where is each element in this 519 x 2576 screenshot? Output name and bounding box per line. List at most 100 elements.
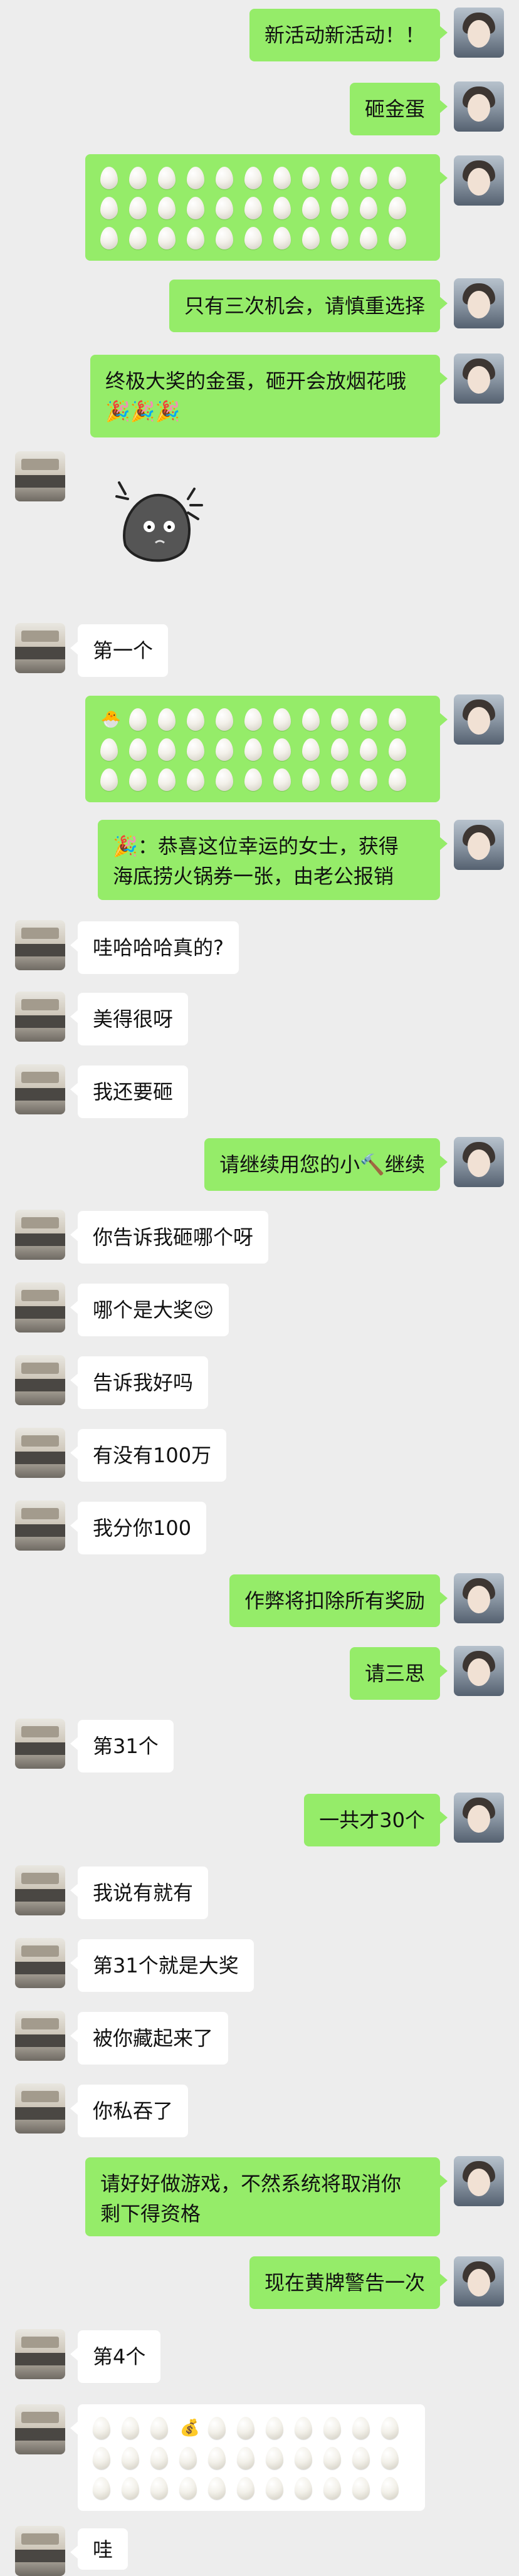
my-avatar[interactable]	[454, 2256, 504, 2306]
contact-avatar[interactable]	[15, 992, 65, 1042]
message-bubble[interactable]: 我说有就有	[70, 1867, 209, 1919]
contact-avatar[interactable]	[15, 623, 65, 673]
contact-avatar[interactable]	[15, 1865, 65, 1915]
my-avatar[interactable]	[454, 155, 504, 206]
message-text: 我说有就有	[93, 1881, 194, 1905]
egg-icon	[389, 167, 406, 189]
message-bubble[interactable]: 作弊将扣除所有奖励	[229, 1574, 448, 1627]
egg-icon	[122, 2417, 139, 2439]
egg-icon	[93, 2447, 110, 2469]
message-bubble[interactable]: 第31个就是大奖	[70, 1939, 254, 1992]
message-text-line2: 海底捞火锅券一张，由老公报销	[113, 864, 394, 888]
egg-icon	[295, 2447, 312, 2469]
message-bubble[interactable]: 🎉：恭喜这位幸运的女士，获得 海底捞火锅券一张，由老公报销	[98, 820, 448, 900]
egg-icon	[302, 738, 320, 761]
message-bubble[interactable]: 第一个	[70, 624, 169, 677]
message-text: 只有三次机会，请慎重选择	[184, 294, 425, 318]
egg-icon	[129, 738, 147, 761]
egg-icon	[302, 167, 320, 189]
message-bubble[interactable]: 第4个	[70, 2330, 161, 2383]
egg-icon	[100, 167, 118, 189]
egg-icon	[129, 708, 147, 731]
my-avatar[interactable]	[454, 278, 504, 328]
egg-icon	[216, 167, 233, 189]
egg-grid-bubble[interactable]	[85, 154, 448, 261]
my-avatar[interactable]	[454, 2156, 504, 2206]
egg-icon	[158, 708, 176, 731]
my-avatar[interactable]	[454, 353, 504, 404]
egg-icon	[150, 2417, 168, 2439]
message-bubble[interactable]: 第31个	[70, 1720, 174, 1772]
egg-icon	[381, 2417, 399, 2439]
message-bubble[interactable]: 一共才30个	[304, 1794, 448, 1846]
sad-blob-sticker[interactable]	[100, 464, 213, 577]
contact-avatar[interactable]	[15, 1355, 65, 1405]
egg-grid-bubble[interactable]: 🐣	[85, 696, 448, 804]
contact-avatar[interactable]	[15, 2083, 65, 2134]
my-avatar[interactable]	[454, 694, 504, 745]
my-avatar[interactable]	[454, 1573, 504, 1623]
message-bubble[interactable]: 请继续用您的小🔨继续	[204, 1138, 448, 1191]
contact-avatar[interactable]	[15, 1719, 65, 1769]
egg-icon	[129, 197, 147, 219]
message-bubble[interactable]: 哪个是大奖😌	[70, 1284, 229, 1336]
contact-avatar[interactable]	[15, 451, 65, 501]
egg-icon	[295, 2477, 312, 2500]
contact-avatar[interactable]	[15, 2329, 65, 2379]
contact-avatar[interactable]	[15, 1500, 65, 1551]
egg-icon	[331, 167, 349, 189]
contact-avatar[interactable]	[15, 2404, 65, 2454]
message-bubble[interactable]: 请好好做游戏，不然系统将取消你 剩下得资格	[85, 2157, 448, 2236]
egg-icon	[360, 708, 377, 731]
egg-icon	[208, 2447, 226, 2469]
message-bubble[interactable]: 只有三次机会，请慎重选择	[169, 280, 448, 332]
message-bubble[interactable]: 请三思	[349, 1647, 448, 1700]
egg-icon	[381, 2477, 399, 2500]
message-text-line1: 🎉：恭喜这位幸运的女士，获得	[113, 834, 399, 858]
contact-avatar[interactable]	[15, 1282, 65, 1333]
egg-icon	[179, 2477, 197, 2500]
egg-icon	[302, 768, 320, 791]
message-text-line1: 终极大奖的金蛋，砸开会放烟花哦	[105, 369, 407, 393]
my-avatar[interactable]	[454, 1793, 504, 1843]
contact-avatar[interactable]	[15, 920, 65, 970]
message-bubble[interactable]: 现在黄牌警告一次	[249, 2256, 448, 2309]
contact-avatar[interactable]	[15, 2526, 65, 2576]
contact-avatar[interactable]	[15, 1210, 65, 1260]
my-avatar[interactable]	[454, 81, 504, 132]
my-avatar[interactable]	[454, 1137, 504, 1187]
contact-avatar[interactable]	[15, 1064, 65, 1114]
message-bubble[interactable]: 我还要砸	[70, 1065, 189, 1118]
message-bubble[interactable]: 美得很呀	[70, 993, 189, 1045]
egg-grid-bubble[interactable]: 💰	[70, 2404, 425, 2511]
my-avatar[interactable]	[454, 8, 504, 58]
egg-icon	[302, 708, 320, 731]
message-bubble[interactable]: 砸金蛋	[349, 83, 448, 135]
message-bubble[interactable]: 新活动新活动！！	[249, 9, 448, 61]
egg-icon	[389, 768, 406, 791]
egg-icon	[100, 768, 118, 791]
contact-avatar[interactable]	[15, 1428, 65, 1478]
message-text: 哇哈哈哈真的?	[93, 936, 224, 960]
message-bubble[interactable]: 有没有100万	[70, 1429, 227, 1482]
message-text: 请三思	[364, 1662, 425, 1685]
message-bubble[interactable]: 哇	[70, 2528, 128, 2570]
message-text: 哪个是大奖😌	[93, 1298, 214, 1322]
egg-icon	[158, 738, 176, 761]
contact-avatar[interactable]	[15, 1938, 65, 1988]
egg-icon	[158, 167, 176, 189]
egg-icon	[244, 768, 262, 791]
message-bubble[interactable]: 你私吞了	[70, 2085, 189, 2137]
message-bubble[interactable]: 哇哈哈哈真的?	[70, 921, 239, 974]
egg-grid: 🐣	[85, 696, 440, 804]
message-bubble[interactable]: 告诉我好吗	[70, 1356, 209, 1409]
my-avatar[interactable]	[454, 820, 504, 870]
message-bubble[interactable]: 被你藏起来了	[70, 2012, 229, 2065]
contact-avatar[interactable]	[15, 2011, 65, 2061]
message-bubble[interactable]: 终极大奖的金蛋，砸开会放烟花哦 🎉🎉🎉	[90, 355, 448, 437]
my-avatar[interactable]	[454, 1646, 504, 1696]
message-bubble[interactable]: 你告诉我砸哪个呀	[70, 1211, 269, 1264]
egg-icon	[273, 738, 291, 761]
egg-icon	[244, 708, 262, 731]
message-bubble[interactable]: 我分你100	[70, 1502, 207, 1554]
